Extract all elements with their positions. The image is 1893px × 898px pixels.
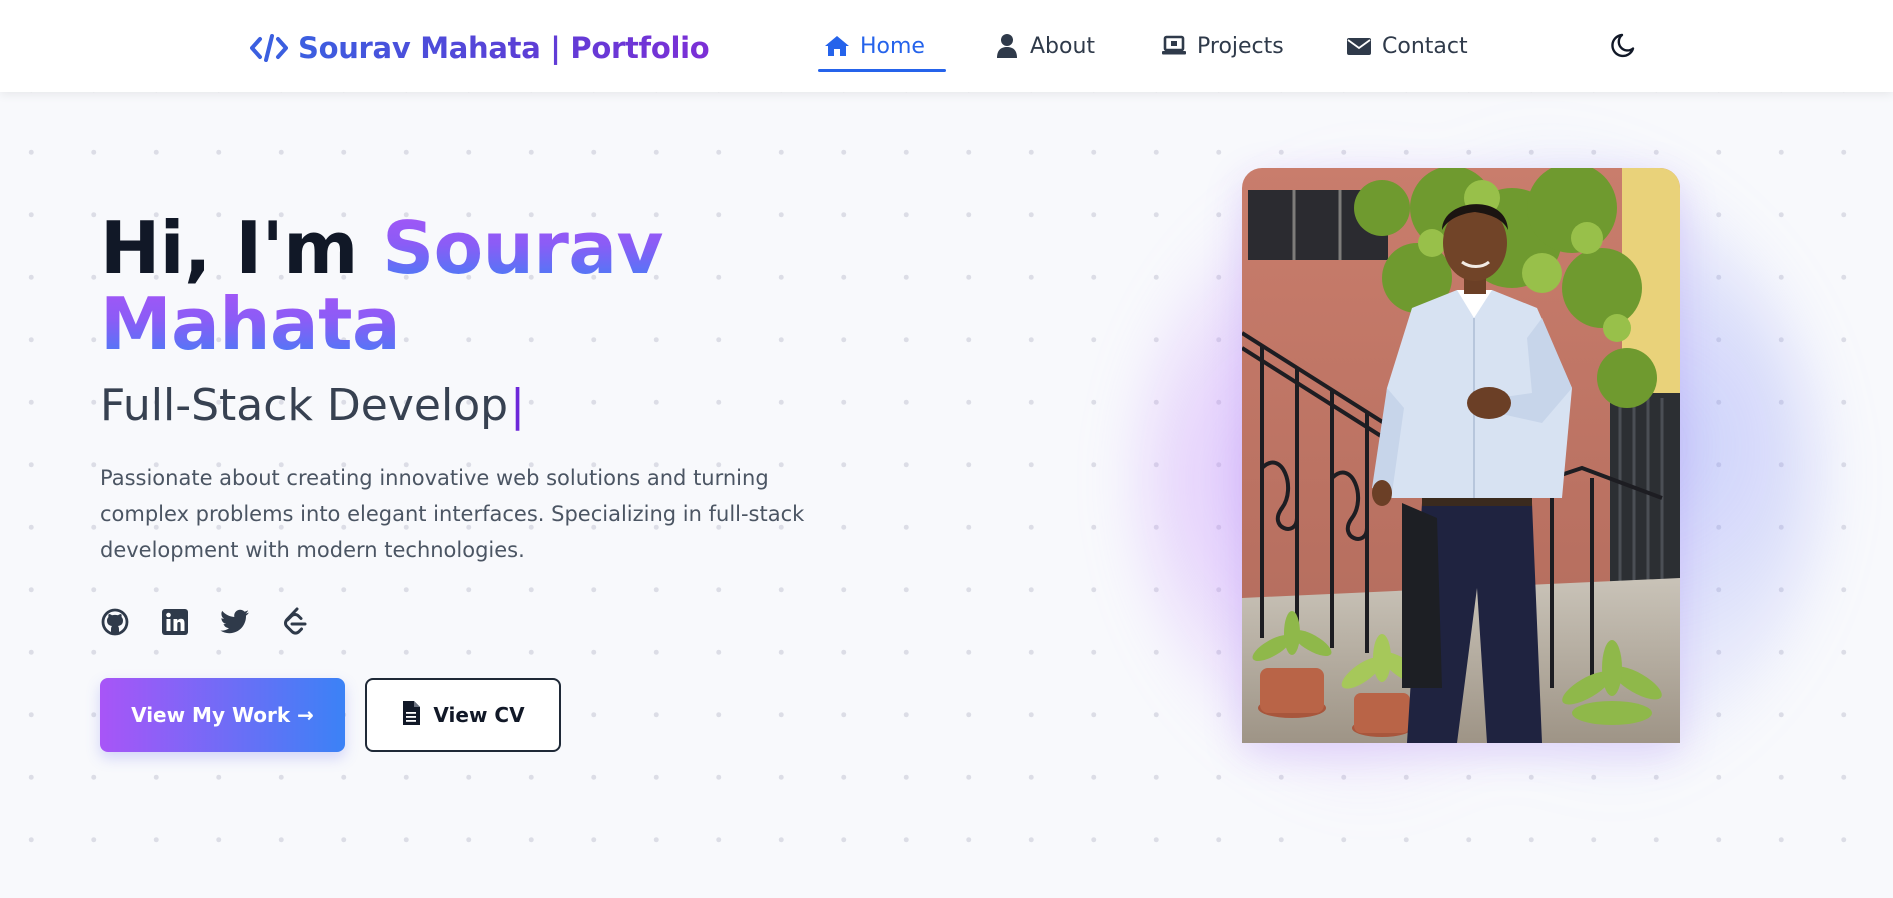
nav-label-contact: Contact bbox=[1382, 33, 1468, 59]
hero-name-last: Mahata bbox=[100, 282, 401, 366]
nav-item-home[interactable]: Home bbox=[818, 0, 946, 92]
brand-title: Sourav Mahata | Portfolio bbox=[298, 31, 710, 65]
hero-title: Hi, I'm Sourav Mahata bbox=[100, 210, 800, 362]
nav-item-about[interactable]: About bbox=[988, 0, 1108, 92]
nav-label-about: About bbox=[1030, 33, 1096, 59]
nav-label-projects: Projects bbox=[1197, 33, 1284, 59]
hero-description: Passionate about creating innovative web… bbox=[100, 466, 805, 562]
social-links bbox=[100, 607, 310, 637]
code-icon bbox=[250, 32, 288, 64]
nav-label-home: Home bbox=[860, 33, 925, 59]
theme-toggle-button[interactable] bbox=[1608, 30, 1642, 64]
user-icon bbox=[994, 33, 1020, 59]
navbar: Sourav Mahata | Portfolio Home About Pro… bbox=[0, 0, 1893, 92]
typing-cursor: | bbox=[510, 380, 525, 431]
view-cv-label: View CV bbox=[433, 703, 525, 727]
github-icon[interactable] bbox=[100, 607, 130, 637]
view-cv-button[interactable]: View CV bbox=[365, 678, 561, 752]
hero-greeting: Hi, I'm bbox=[100, 206, 383, 290]
hero-role: Full-Stack Develop| bbox=[100, 380, 525, 431]
nav-item-contact[interactable]: Contact bbox=[1340, 0, 1490, 92]
leetcode-icon[interactable] bbox=[280, 607, 310, 637]
nav-item-projects[interactable]: Projects bbox=[1155, 0, 1305, 92]
twitter-icon[interactable] bbox=[220, 607, 250, 637]
home-icon bbox=[824, 33, 850, 59]
envelope-icon bbox=[1346, 33, 1372, 59]
linkedin-icon[interactable] bbox=[160, 607, 190, 637]
document-icon bbox=[401, 700, 421, 731]
brand-logo[interactable]: Sourav Mahata | Portfolio bbox=[250, 28, 710, 68]
hero-name-first: Sourav bbox=[382, 206, 663, 290]
laptop-icon bbox=[1161, 33, 1187, 59]
profile-photo bbox=[1242, 168, 1680, 743]
hero-role-text: Full-Stack Develop bbox=[100, 380, 509, 431]
moon-icon bbox=[1611, 31, 1639, 63]
view-my-work-button[interactable]: View My Work → bbox=[100, 678, 345, 752]
